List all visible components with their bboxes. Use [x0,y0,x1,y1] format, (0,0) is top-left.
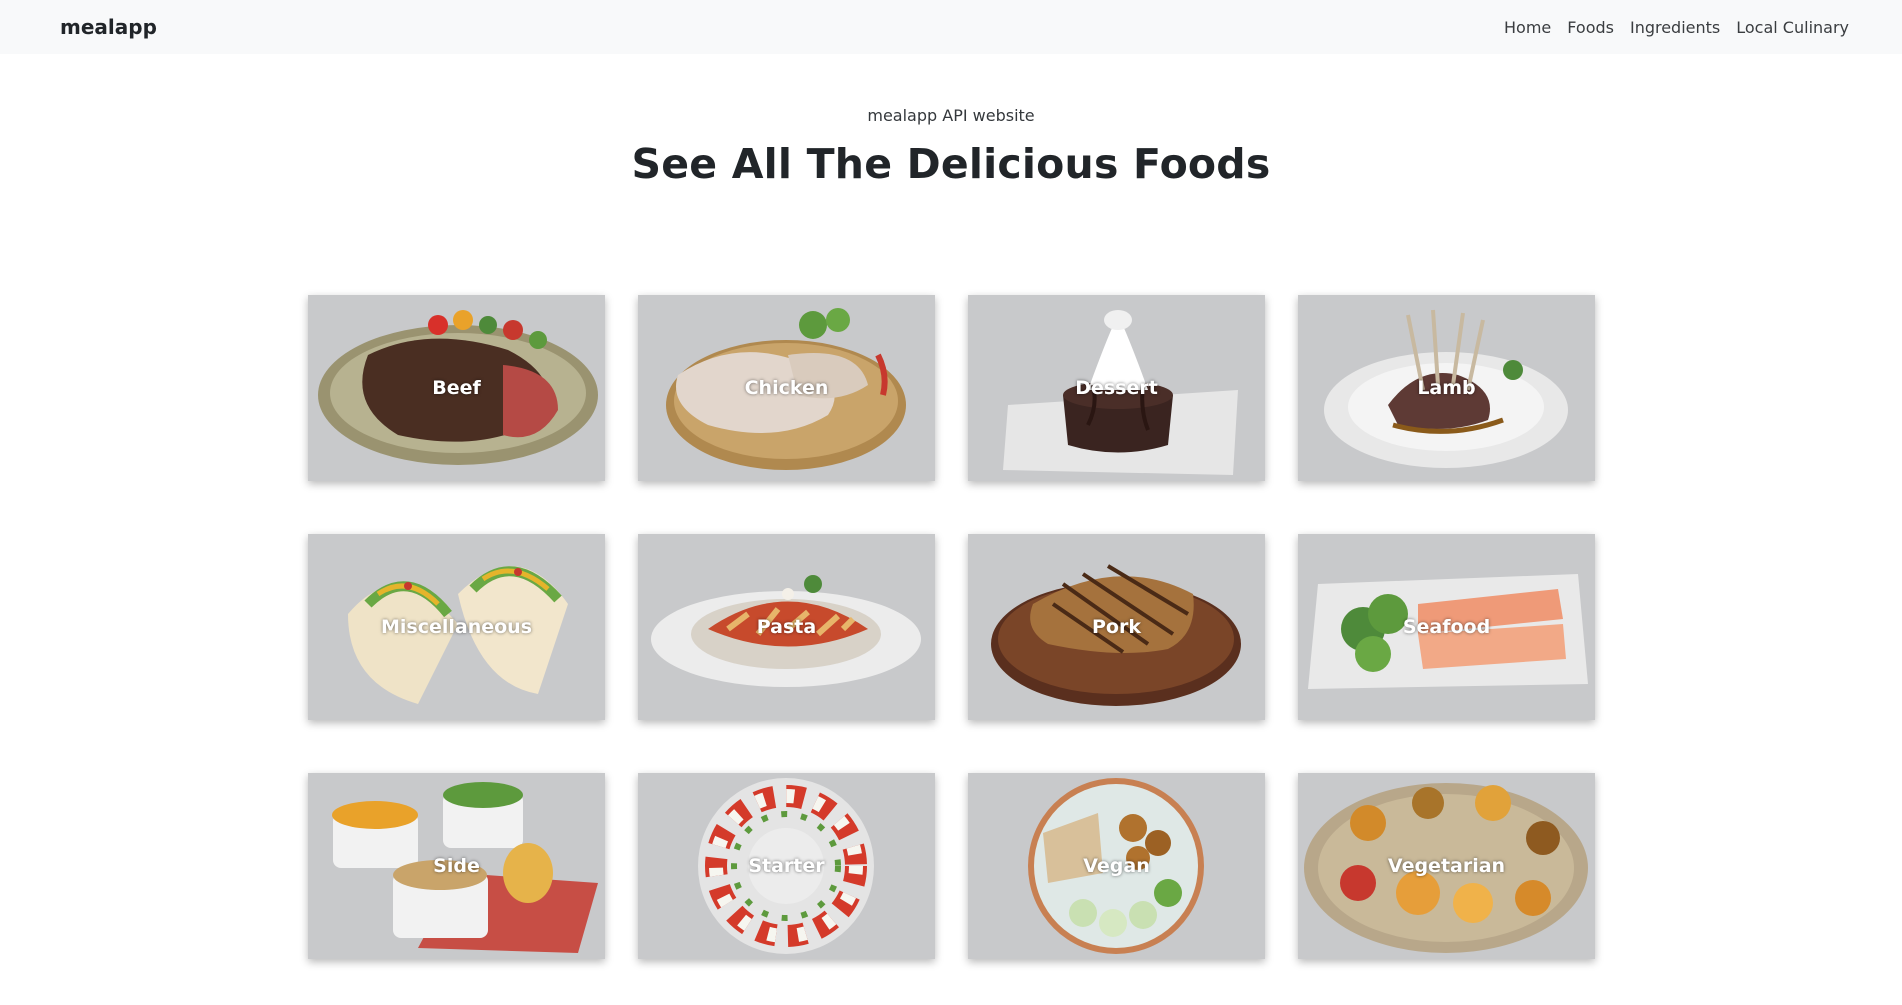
nav-link-ingredients[interactable]: Ingredients [1630,18,1720,37]
category-card-starter[interactable]: Starter [638,773,935,959]
page-title: See All The Delicious Foods [631,140,1271,188]
category-label: Vegetarian [1387,855,1506,877]
category-label: Dessert [1075,377,1158,399]
category-label: Miscellaneous [380,616,533,638]
category-card-vegetarian[interactable]: Vegetarian [1298,773,1595,959]
category-label: Pasta [756,616,817,638]
category-card-beef[interactable]: Beef [308,295,605,481]
category-card-seafood[interactable]: Seafood [1298,534,1595,720]
category-label: Beef [432,377,481,399]
category-card-pork[interactable]: Pork [968,534,1265,720]
category-card-vegan[interactable]: Vegan [968,773,1265,959]
nav-links: Home Foods Ingredients Local Culinary [1504,18,1849,37]
page-subtitle: mealapp API website [867,106,1035,125]
category-label: Side [433,855,480,877]
category-label: Lamb [1417,377,1476,399]
category-card-lamb[interactable]: Lamb [1298,295,1595,481]
category-label: Pork [1092,616,1141,638]
category-card-dessert[interactable]: Dessert [968,295,1265,481]
category-label: Chicken [744,377,829,399]
category-label: Seafood [1402,616,1491,638]
category-card-side[interactable]: Side [308,773,605,959]
category-card-miscellaneous[interactable]: Miscellaneous [308,534,605,720]
category-card-pasta[interactable]: Pasta [638,534,935,720]
category-label: Starter [748,855,825,877]
category-card-chicken[interactable]: Chicken [638,295,935,481]
category-label: Vegan [1083,855,1150,877]
nav-link-local-culinary[interactable]: Local Culinary [1736,18,1849,37]
navbar: mealapp Home Foods Ingredients Local Cul… [0,0,1902,54]
brand-logo[interactable]: mealapp [60,15,157,39]
nav-link-foods[interactable]: Foods [1567,18,1614,37]
nav-link-home[interactable]: Home [1504,18,1551,37]
